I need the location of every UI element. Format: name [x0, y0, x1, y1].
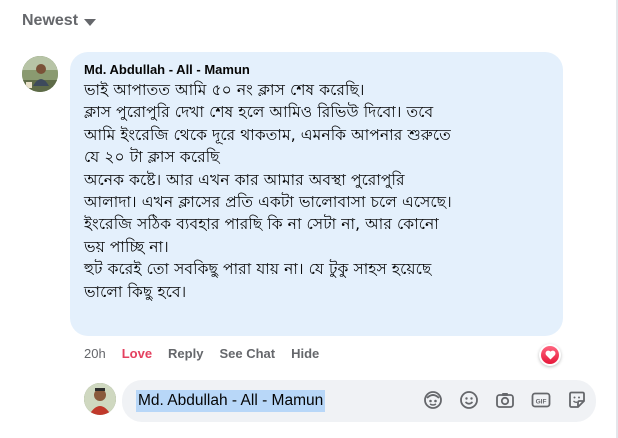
sticker-icon[interactable]	[566, 389, 588, 411]
user-avatar-icon	[22, 56, 58, 92]
reaction-badge[interactable]	[539, 344, 561, 366]
comment-line: ক্লাস পুরোপুরি দেখা শেষ হলে আমিও রিভিউ দ…	[84, 103, 434, 122]
caret-down-icon	[84, 19, 97, 26]
hide-button[interactable]: Hide	[291, 346, 319, 361]
comment-timestamp[interactable]: 20h	[84, 346, 106, 361]
sort-dropdown[interactable]: Newest	[22, 12, 97, 30]
comment-line: ভাই আপাতত আমি ৫০ নং ক্লাস শেষ করেছি।	[84, 81, 365, 99]
comment-line: ইংরেজি সঠিক ব্যবহার পারছি কি না সেটা না,…	[84, 215, 439, 234]
comment-section: Newest Md. Abdullah - All - Mamun ভাই আপ…	[0, 0, 618, 438]
emoji-icon[interactable]	[458, 389, 480, 411]
comment-line: ভয় পাচ্ছি না।	[84, 237, 169, 256]
gif-icon[interactable]: GIF	[530, 389, 552, 411]
composer-avatar[interactable]	[84, 383, 116, 415]
see-chat-button[interactable]: See Chat	[219, 346, 275, 361]
composer-toolbar: GIF	[422, 389, 588, 411]
sort-label: Newest	[22, 12, 79, 29]
comment-line: ভালো কিছু হবে।	[84, 282, 187, 301]
reply-button[interactable]: Reply	[168, 346, 203, 361]
comment-line: আমি ইংরেজি থেকে দূরে থাকতাম, এমনকি আপনার…	[84, 125, 451, 144]
camera-icon[interactable]	[494, 389, 516, 411]
commenter-avatar[interactable]	[22, 56, 58, 92]
comment-body: ভাই আপাতত আমি ৫০ নং ক্লাস শেষ করেছি। ক্ল…	[84, 79, 550, 303]
composer-input-text[interactable]: Md. Abdullah - All - Mamun	[136, 390, 326, 412]
comment-actions: 20h Love Reply See Chat Hide	[84, 346, 335, 361]
comment-author[interactable]: Md. Abdullah - All - Mamun	[84, 62, 550, 78]
comment-line: অনেক কষ্টে। আর এখন কার আমার অবস্থা পুরোপ…	[84, 170, 405, 189]
heart-reaction-icon	[541, 346, 559, 364]
comment-composer[interactable]: Md. Abdullah - All - Mamun GIF	[122, 380, 596, 422]
svg-text:GIF: GIF	[536, 398, 547, 405]
user-avatar-icon	[84, 383, 116, 415]
love-button[interactable]: Love	[122, 346, 152, 361]
comment-line: যে ২০ টা ক্লাস করেছি	[84, 148, 220, 167]
comment-line: আলাদা। এখন ক্লাসের প্রতি একটা ভালোবাসা চ…	[84, 193, 452, 212]
comment-line: হুট করেই তো সবকিছু পারা যায় না। যে টুকু…	[84, 260, 432, 279]
avatar-sticker-icon[interactable]	[422, 389, 444, 411]
comment-bubble: Md. Abdullah - All - Mamun ভাই আপাতত আমি…	[70, 52, 563, 336]
